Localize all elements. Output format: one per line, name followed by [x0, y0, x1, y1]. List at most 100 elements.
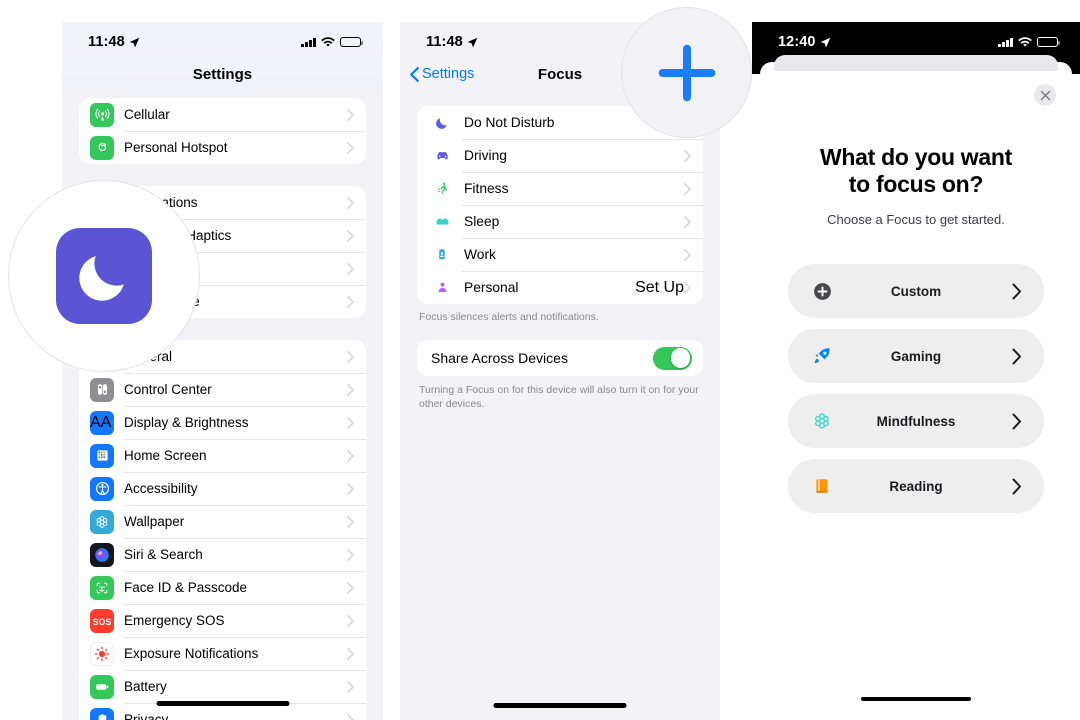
chevron-right-icon — [347, 196, 354, 209]
privacy-icon — [90, 707, 114, 720]
plus-circle-icon — [811, 280, 833, 302]
focus-row-fitness[interactable]: Fitness — [417, 172, 703, 205]
display-brightness-icon: AA AA — [90, 410, 114, 435]
cellular-bars-icon — [301, 37, 316, 47]
status-bar-right: 12:40 — [752, 22, 1080, 56]
siri-icon — [90, 542, 114, 567]
focus-row-work[interactable]: Work — [417, 238, 703, 271]
add-focus-magnifier — [621, 7, 752, 138]
share-across-devices-toggle[interactable] — [653, 346, 692, 370]
settings-row-emergency-sos[interactable]: SOS Emergency SOS — [79, 604, 366, 637]
settings-row-wallpaper[interactable]: Wallpaper — [79, 505, 366, 538]
battery-green-icon — [90, 674, 114, 699]
battery-icon — [1037, 36, 1061, 48]
settings-row-label: Personal Hotspot — [124, 140, 228, 155]
location-arrow-icon — [467, 37, 478, 47]
settings-row-label: Emergency SOS — [124, 613, 225, 628]
sheet-stack-edge — [774, 55, 1058, 71]
chevron-right-icon — [1012, 478, 1021, 495]
chevron-right-icon — [347, 515, 354, 528]
focus-moon-icon-large — [56, 228, 152, 324]
mindfulness-icon — [811, 410, 833, 432]
status-indicators — [998, 36, 1061, 48]
chevron-right-icon — [347, 680, 354, 693]
settings-row-siri-search[interactable]: Siri & Search — [79, 538, 366, 571]
chevron-right-icon — [347, 416, 354, 429]
settings-row-home-screen[interactable]: Home Screen — [79, 439, 366, 472]
focus-option-gaming[interactable]: Gaming — [788, 329, 1044, 384]
focus-row-value: Set Up — [635, 278, 684, 296]
status-indicators — [301, 36, 364, 48]
settings-row-label: Face ID & Passcode — [124, 580, 248, 595]
chevron-right-icon — [1012, 413, 1021, 430]
battery-icon — [340, 36, 364, 48]
wallpaper-icon — [90, 509, 114, 534]
settings-row-control-center[interactable]: Control Center — [79, 373, 366, 406]
focus-option-reading[interactable]: Reading — [788, 459, 1044, 514]
settings-row-label: Display & Brightness — [124, 415, 249, 430]
home-screen-icon — [90, 443, 114, 468]
status-time: 11:48 — [426, 34, 478, 50]
chevron-right-icon — [1012, 283, 1021, 300]
focus-option-custom[interactable]: Custom — [788, 264, 1044, 319]
book-icon — [811, 475, 833, 497]
settings-row-label: Siri & Search — [124, 547, 203, 562]
moon-icon — [431, 115, 453, 131]
chevron-right-icon — [684, 248, 691, 261]
settings-row-display-brightness[interactable]: AA AA Display & Brightness — [79, 406, 366, 439]
settings-row-cellular[interactable]: Cellular — [79, 98, 366, 131]
settings-row-personal-hotspot[interactable]: Personal Hotspot — [79, 131, 366, 164]
control-center-icon — [90, 377, 114, 402]
chevron-right-icon — [347, 647, 354, 660]
settings-row-exposure-notifications[interactable]: Exposure Notifications — [79, 637, 366, 670]
chevron-right-icon — [1012, 348, 1021, 365]
settings-row-label: Wallpaper — [124, 514, 185, 529]
cellular-icon — [90, 102, 114, 127]
cellular-bars-icon — [998, 37, 1013, 47]
settings-row-battery[interactable]: Battery — [79, 670, 366, 703]
settings-group-system: General Control Center AA AA Display & B… — [79, 340, 366, 720]
focus-row-personal[interactable]: Personal Set Up — [417, 271, 703, 304]
svg-text:AA: AA — [112, 421, 114, 424]
chevron-right-icon — [347, 295, 354, 308]
close-button[interactable] — [1034, 84, 1056, 106]
share-across-devices-label: Share Across Devices — [431, 350, 568, 367]
plus-icon[interactable] — [649, 35, 725, 111]
status-time: 11:48 — [88, 34, 140, 50]
chevron-right-icon — [347, 548, 354, 561]
status-time: 12:40 — [778, 34, 831, 50]
screenshot-root: 11:48 Settings Cellular Personal Hotspot… — [0, 0, 1080, 720]
chevron-right-icon — [347, 614, 354, 627]
back-button[interactable]: Settings — [410, 66, 474, 82]
chevron-right-icon — [684, 149, 691, 162]
chevron-right-icon — [347, 383, 354, 396]
focus-row-sleep[interactable]: Sleep — [417, 205, 703, 238]
back-button-label: Settings — [422, 66, 475, 82]
sheet-subtitle: Choose a Focus to get started. — [827, 212, 1005, 228]
location-arrow-icon — [820, 37, 830, 47]
wifi-icon — [1018, 36, 1032, 47]
focus-row-label: Fitness — [464, 181, 509, 196]
status-bar-left: 11:48 — [62, 22, 383, 56]
share-across-devices-row[interactable]: Share Across Devices — [417, 340, 703, 376]
phone-right-focus-chooser: 12:40 What do you want to focus on? Choo… — [752, 22, 1080, 720]
car-icon — [431, 147, 453, 164]
accessibility-icon — [90, 476, 114, 501]
status-time-text: 11:48 — [88, 34, 125, 50]
settings-row-label: Privacy — [124, 712, 169, 720]
settings-row-label: Exposure Notifications — [124, 646, 259, 661]
focus-moon-magnifier — [8, 180, 200, 372]
focus-row-driving[interactable]: Driving — [417, 139, 703, 172]
exposure-notifications-icon — [90, 641, 114, 666]
focus-option-mindfulness[interactable]: Mindfulness — [788, 394, 1044, 449]
bed-icon — [431, 213, 453, 230]
settings-group-connectivity: Cellular Personal Hotspot — [79, 98, 366, 164]
home-indicator-right — [861, 697, 971, 701]
chevron-right-icon — [347, 713, 354, 720]
settings-row-accessibility[interactable]: Accessibility — [79, 472, 366, 505]
badge-icon — [431, 246, 453, 263]
settings-row-face-id-passcode[interactable]: Face ID & Passcode — [79, 571, 366, 604]
chevron-right-icon — [347, 229, 354, 242]
share-across-devices-group: Share Across Devices — [417, 340, 703, 377]
location-arrow-icon — [129, 37, 140, 47]
